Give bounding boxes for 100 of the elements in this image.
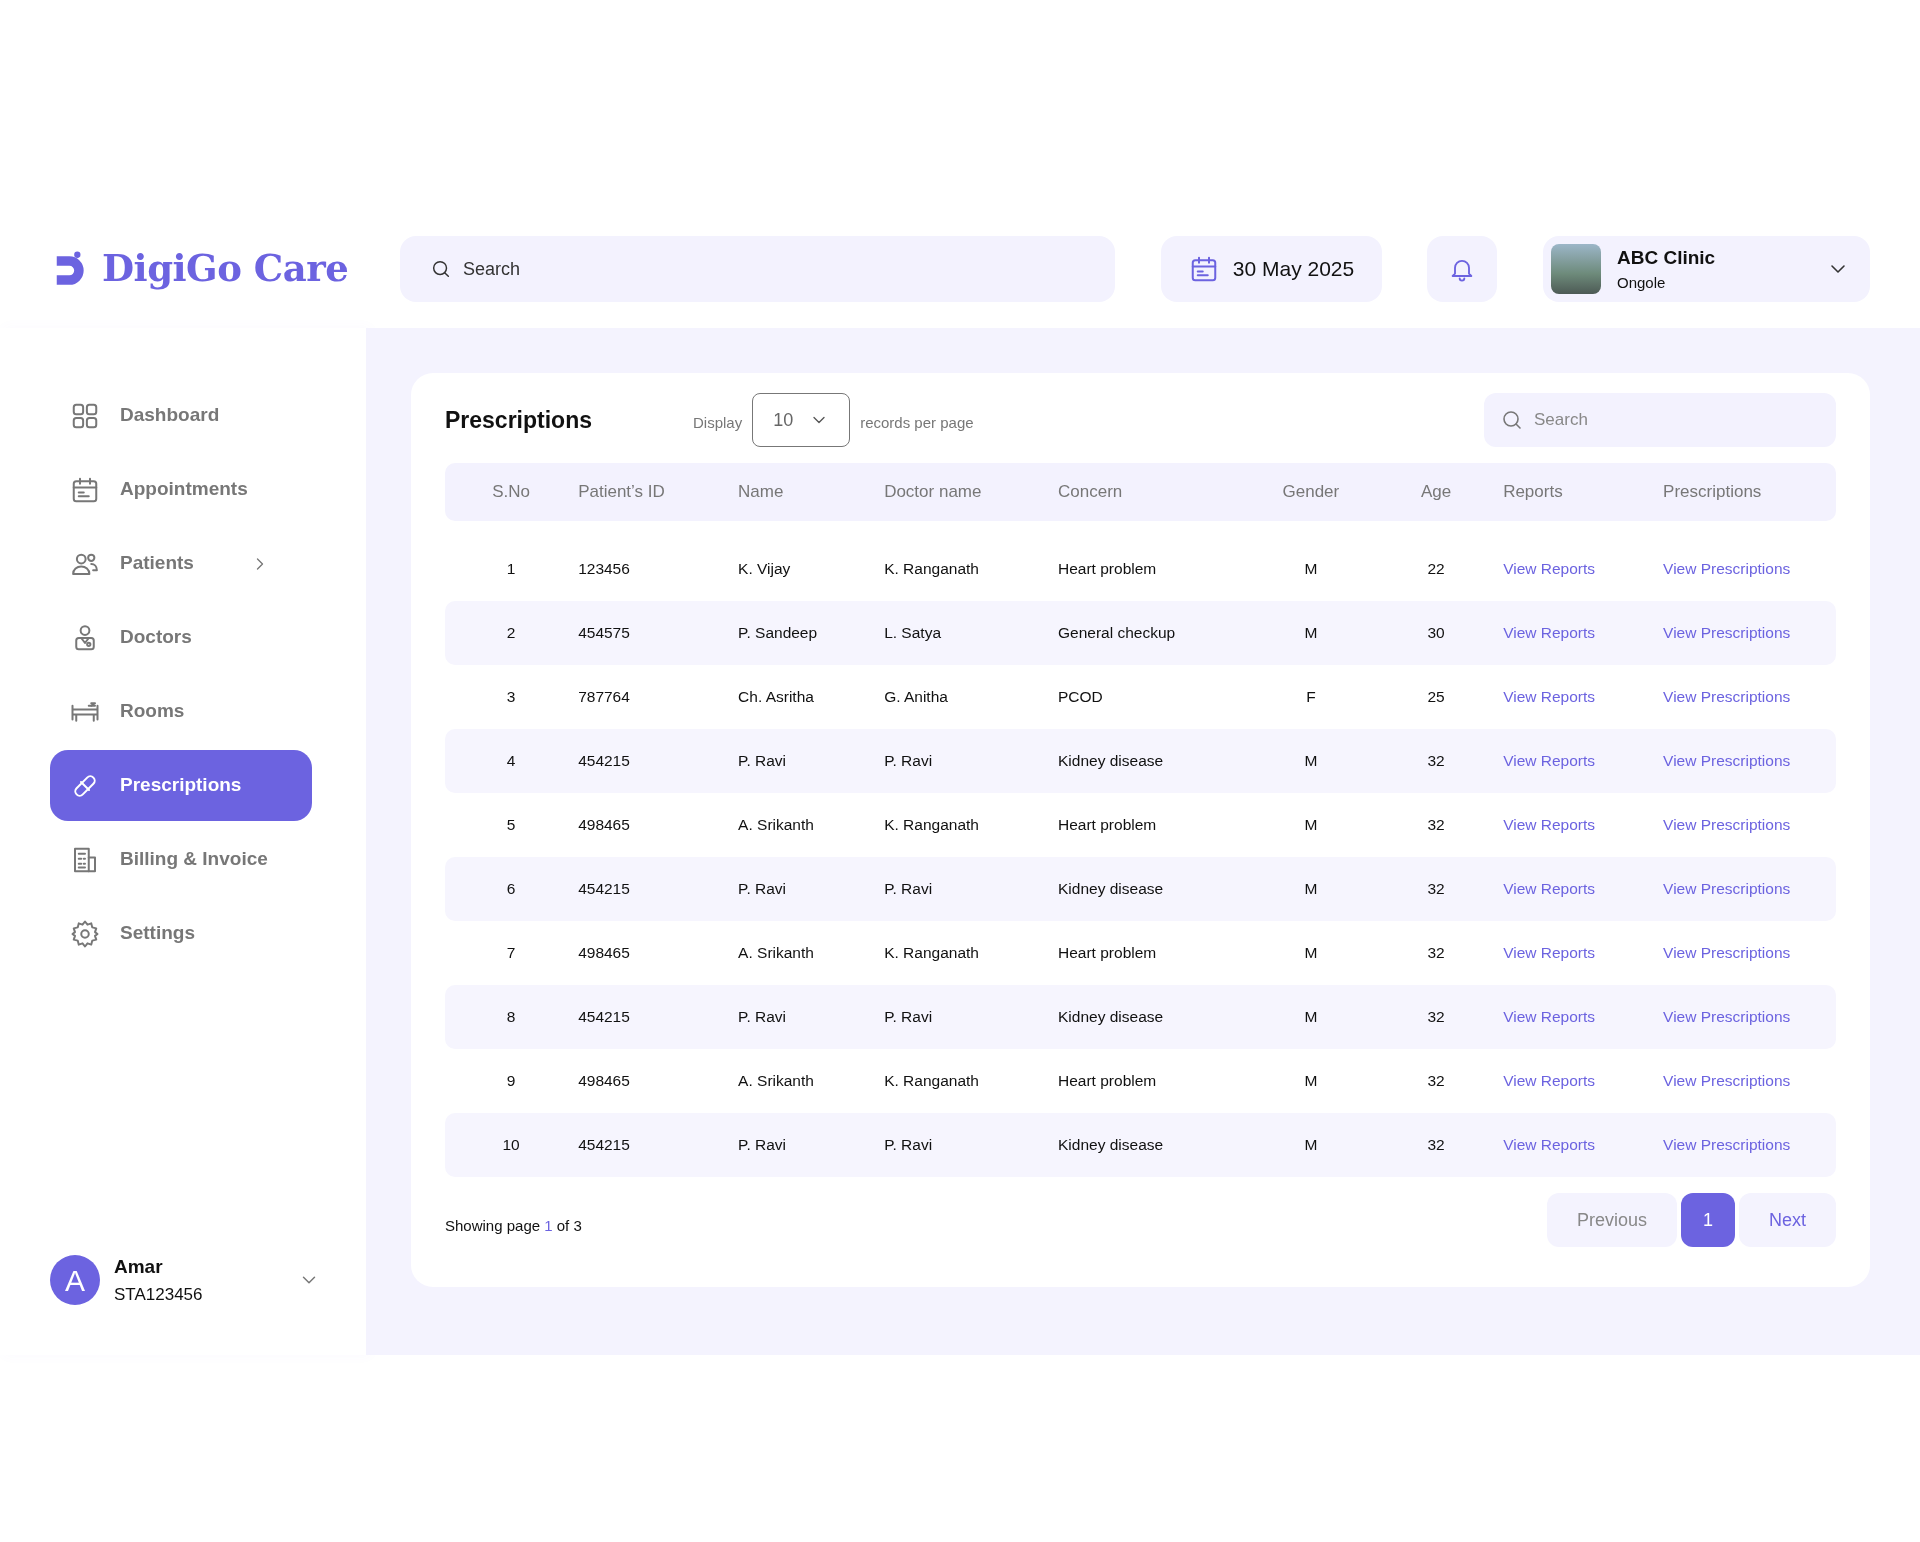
table-cell: P. Ravi (738, 880, 787, 898)
table-cell: General checkup (1058, 624, 1176, 642)
table-cell: P. Ravi (884, 880, 933, 898)
table-cell: 123456 (578, 559, 630, 577)
search-field[interactable]: Search (1484, 393, 1836, 447)
table-cell: Kidney disease (1058, 880, 1164, 898)
table-cell: G. Anitha (884, 688, 948, 706)
table-cell: P. Ravi (884, 1008, 933, 1026)
table-cell: M (1304, 559, 1318, 577)
clinic-name: ABC Clinic (1617, 245, 1716, 270)
table-cell: K. Vijay (738, 559, 791, 577)
table-cell: Ch. Asritha (738, 688, 814, 706)
column-header: Doctor name (883, 463, 1057, 521)
page-size-dropdown[interactable]: 10 (752, 393, 851, 447)
table-cell: 9 (506, 1072, 516, 1090)
page-status: Showing page 1 of 3 (445, 1215, 582, 1236)
brand-name: DigiGo Care (102, 245, 349, 293)
table-cell: 7 (506, 944, 516, 962)
column-header: Prescriptions (1662, 463, 1836, 521)
column-header: S.No (445, 463, 578, 521)
view-prescriptions-link[interactable]: View Prescriptions (1663, 944, 1791, 962)
view-reports-link[interactable]: View Reports (1503, 1072, 1596, 1090)
view-prescriptions-link[interactable]: View Prescriptions (1663, 816, 1791, 834)
table-cell: 454215 (578, 1008, 630, 1026)
notification-button[interactable] (1427, 236, 1497, 302)
table-cell: K. Ranganath (884, 816, 979, 834)
column-header: Patient’s ID (577, 463, 738, 521)
panel-title: Prescriptions (445, 405, 593, 435)
page-button[interactable]: 1 (1681, 1193, 1735, 1247)
display-label: Display (693, 412, 743, 433)
sidebar-item[interactable]: Appointments (50, 454, 312, 525)
table-cell: 498465 (578, 944, 630, 962)
view-reports-link[interactable]: View Reports (1503, 752, 1596, 770)
table-cell: 32 (1427, 752, 1445, 770)
table-cell: Kidney disease (1058, 752, 1164, 770)
table-cell: P. Ravi (884, 1136, 933, 1154)
table-cell: 10 (502, 1136, 520, 1154)
column-header: Name (737, 463, 884, 521)
table-cell: 3 (506, 688, 516, 706)
table-cell: Heart problem (1058, 1072, 1157, 1090)
sidebar-item[interactable]: Doctors (50, 602, 312, 673)
table-cell: M (1304, 1008, 1318, 1026)
table-cell: F (1306, 688, 1316, 706)
view-reports-link[interactable]: View Reports (1503, 1136, 1596, 1154)
table-cell: PCOD (1058, 688, 1103, 706)
view-reports-link[interactable]: View Reports (1503, 624, 1596, 642)
search-field[interactable]: Search (400, 236, 1115, 302)
table-cell: P. Ravi (738, 1008, 787, 1026)
table-cell: 5 (506, 816, 516, 834)
sidebar-item[interactable]: Dashboard (50, 380, 312, 451)
search-icon (1500, 408, 1524, 432)
date-picker[interactable]: 30 May 2025 (1161, 236, 1382, 302)
sidebar-item[interactable]: Rooms (50, 676, 312, 747)
table-cell: Heart problem (1058, 816, 1157, 834)
table-cell: A. Srikanth (738, 816, 814, 834)
sidebar-item[interactable]: Billing & Invoice (50, 824, 312, 895)
table-cell: 32 (1427, 944, 1445, 962)
search-icon (430, 258, 452, 280)
sidebar-item[interactable]: Prescriptions (50, 750, 312, 821)
table-cell: 454575 (578, 624, 630, 642)
view-prescriptions-link[interactable]: View Prescriptions (1663, 688, 1791, 706)
user-avatar: A (50, 1255, 100, 1305)
table-cell: K. Ranganath (884, 559, 979, 577)
table-cell: 32 (1427, 816, 1445, 834)
sidebar-item[interactable]: Settings (50, 898, 312, 969)
view-reports-link[interactable]: View Reports (1503, 816, 1596, 834)
user-name: Amar (114, 1255, 164, 1279)
table-cell: 32 (1427, 1072, 1445, 1090)
table-cell: 2 (506, 624, 516, 642)
table-cell: 1 (506, 559, 516, 577)
table-cell: P. Ravi (738, 752, 787, 770)
view-prescriptions-link[interactable]: View Prescriptions (1663, 1072, 1791, 1090)
photo-placeholder (1551, 244, 1601, 294)
table-cell: M (1304, 624, 1318, 642)
table-cell: 8 (506, 1008, 516, 1026)
next-button[interactable]: Next (1739, 1193, 1836, 1247)
table-cell: P. Ravi (738, 1136, 787, 1154)
table-cell: 498465 (578, 816, 630, 834)
table-cell: Kidney disease (1058, 1136, 1164, 1154)
table-cell: P. Sandeep (738, 624, 818, 642)
view-reports-link[interactable]: View Reports (1503, 880, 1596, 898)
view-reports-link[interactable]: View Reports (1503, 1008, 1596, 1026)
view-prescriptions-link[interactable]: View Prescriptions (1663, 559, 1791, 577)
table-cell: M (1304, 1072, 1318, 1090)
view-reports-link[interactable]: View Reports (1503, 559, 1596, 577)
table-cell: M (1304, 752, 1318, 770)
view-reports-link[interactable]: View Reports (1503, 944, 1596, 962)
table-cell: Kidney disease (1058, 1008, 1164, 1026)
column-header: Reports (1502, 463, 1663, 521)
settings-icon (70, 918, 100, 949)
table-cell: 25 (1427, 688, 1445, 706)
table-cell: 4 (506, 752, 516, 770)
sidebar-item[interactable]: Patients (50, 528, 312, 599)
view-reports-link[interactable]: View Reports (1503, 688, 1596, 706)
table-cell: 32 (1427, 1008, 1445, 1026)
table-cell: 454215 (578, 752, 630, 770)
table-cell: 454215 (578, 1136, 630, 1154)
column-header: Concern (1057, 463, 1252, 521)
table-cell: 6 (506, 880, 516, 898)
table-cell: 32 (1427, 880, 1445, 898)
